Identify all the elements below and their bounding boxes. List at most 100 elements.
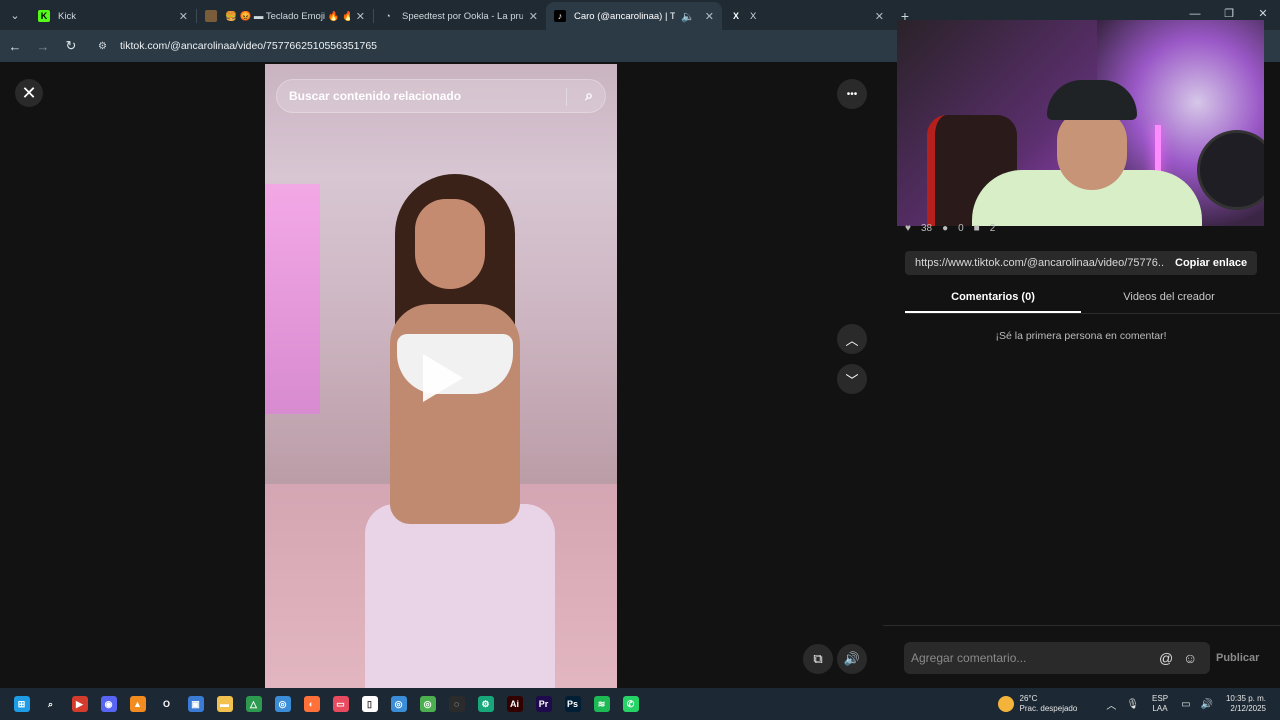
network-icon[interactable]: ▭ xyxy=(1181,699,1190,710)
more-options-button[interactable]: ••• xyxy=(837,79,867,109)
empty-comments-message: ¡Sé la primera persona en comentar! xyxy=(995,330,1167,342)
site-info-icon[interactable]: ⚙ xyxy=(98,41,112,52)
tab-comments[interactable]: Comentarios (0) xyxy=(905,287,1081,313)
like-icon[interactable]: ♥ xyxy=(905,223,911,234)
clock-time: 10:35 p. m. xyxy=(1225,694,1266,703)
x-favicon-icon: X xyxy=(732,11,739,21)
volume-button[interactable]: 🔊 xyxy=(837,644,867,674)
spotify-icon-glyph: ≋ xyxy=(593,696,610,712)
obs-icon-glyph: ◌ xyxy=(448,696,465,712)
premiere-icon[interactable]: Pr xyxy=(529,688,558,720)
search-icon[interactable]: ⌕ xyxy=(585,87,593,104)
share-url[interactable]: https://www.tiktok.com/@ancarolinaa/vide… xyxy=(915,257,1165,269)
store-icon-glyph: ▣ xyxy=(187,696,204,712)
app-green-icon[interactable]: ⚙ xyxy=(471,688,500,720)
language-bottom: LAA xyxy=(1152,704,1168,713)
forward-arrow-icon[interactable]: → xyxy=(30,33,56,59)
search-icon-glyph: ⌕ xyxy=(47,699,54,709)
comment-placeholder: Agregar comentario... xyxy=(911,651,1027,665)
chrome-icon-3[interactable]: ◎ xyxy=(413,688,442,720)
tab-kick[interactable]: K Kick ✕ xyxy=(30,2,196,30)
tab-title: Caro (@ancarolinaa) | TikTok xyxy=(574,10,676,22)
weather-temp: 26°C xyxy=(1019,694,1038,703)
taskbar-apps: ⊞ ⌕ ▶ ◉ ▲ O ▣ ▬ △ ◎ ◐ ▭ ▯ ◎ ◎ ◌ ⚙ Ai Pr Ps ≋ ✆ xyxy=(7,688,645,720)
chrome-icon-2-glyph: ◎ xyxy=(390,696,407,712)
language-top: ESP xyxy=(1152,694,1169,703)
vlc-icon-glyph: ▲ xyxy=(129,696,146,712)
video-actions-row: ♥ 38 ● 0 ■ 2 xyxy=(905,222,1265,234)
opera-icon[interactable]: O xyxy=(152,688,181,720)
close-tab-icon[interactable]: ✕ xyxy=(179,10,188,23)
previous-video-button[interactable]: ︿ xyxy=(837,324,867,354)
app-red-icon-glyph: ▶ xyxy=(71,696,88,712)
comment-bar: Agregar comentario... @ ☺ Publicar xyxy=(883,625,1280,688)
search-icon[interactable]: ⌕ xyxy=(36,688,65,720)
tab-tiktok[interactable]: ♪ Caro (@ancarolinaa) | TikTok 🔈 ✕ xyxy=(546,2,722,30)
file-icon[interactable]: ▯ xyxy=(355,688,384,720)
comment-icon[interactable]: ● xyxy=(942,223,948,234)
picture-in-picture-button[interactable]: ⧉ xyxy=(803,644,833,674)
windows-start-icon-glyph: ⊞ xyxy=(13,696,30,712)
mention-icon[interactable]: @ xyxy=(1159,650,1173,666)
language-indicator[interactable]: ESP LAA xyxy=(1152,694,1168,714)
app-red-icon[interactable]: ▶ xyxy=(65,688,94,720)
whatsapp-icon-glyph: ✆ xyxy=(622,696,639,712)
microphone-icon[interactable]: 🎙 xyxy=(1126,699,1139,710)
spotify-icon[interactable]: ≋ xyxy=(587,688,616,720)
firefox-icon-glyph: ◐ xyxy=(303,696,320,712)
illustrator-icon[interactable]: Ai xyxy=(500,688,529,720)
comment-input[interactable]: Agregar comentario... @ ☺ xyxy=(904,642,1210,674)
speaker-icon[interactable]: 🔊 xyxy=(1201,699,1213,710)
store-icon[interactable]: ▣ xyxy=(181,688,210,720)
chrome-icon[interactable]: ◎ xyxy=(268,688,297,720)
next-video-button[interactable]: ﹀ xyxy=(837,364,867,394)
chrome-icon-3-glyph: ◎ xyxy=(419,696,436,712)
app-box-icon[interactable]: ▭ xyxy=(326,688,355,720)
play-icon[interactable] xyxy=(423,354,463,402)
drive-icon[interactable]: △ xyxy=(239,688,268,720)
discord-icon[interactable]: ◉ xyxy=(94,688,123,720)
tab-x[interactable]: X X ✕ xyxy=(722,2,892,30)
chevron-up-icon[interactable]: ︿ xyxy=(1106,697,1116,712)
address-bar[interactable]: ⚙ tiktok.com/@ancarolinaa/video/75776625… xyxy=(90,33,910,59)
copy-link-button[interactable]: Copiar enlace xyxy=(1175,257,1247,269)
close-tab-icon[interactable]: ✕ xyxy=(356,10,365,23)
tab-speedtest[interactable]: ◔ Speedtest por Ookla - La prueba d ✕ xyxy=(374,2,546,30)
windows-start-icon[interactable]: ⊞ xyxy=(7,688,36,720)
weather-icon xyxy=(997,696,1014,712)
tab-audio-icon[interactable]: 🔈 xyxy=(681,10,695,23)
system-tray: 26°C Prac. despejado ︿ 🎙 ESP LAA ▭ 🔊 10:… xyxy=(997,688,1274,720)
tab-teclado-emoji[interactable]: 🍔 😡 ▬ Teclado Emoji 🔥 🔥 3790 ↻ ✕ xyxy=(197,2,373,30)
close-tab-icon[interactable]: ✕ xyxy=(875,10,884,23)
windows-taskbar: ⊞ ⌕ ▶ ◉ ▲ O ▣ ▬ △ ◎ ◐ ▭ ▯ ◎ ◎ ◌ ⚙ Ai Pr Ps ≋ ✆ 26°C Prac. des… xyxy=(0,688,1280,720)
chrome-icon-glyph: ◎ xyxy=(274,696,291,712)
illustrator-icon-glyph: Ai xyxy=(506,696,523,712)
tab-title: Kick xyxy=(58,10,76,22)
close-tab-icon[interactable]: ✕ xyxy=(705,10,714,23)
clock-date: 2/12/2025 xyxy=(1230,704,1266,713)
back-arrow-icon[interactable]: ← xyxy=(2,33,28,59)
tab-creator-videos[interactable]: Videos del creador xyxy=(1081,287,1257,313)
whatsapp-icon[interactable]: ✆ xyxy=(616,688,645,720)
discord-icon-glyph: ◉ xyxy=(100,696,117,712)
bookmark-icon[interactable]: ■ xyxy=(974,223,980,234)
tab-search-chevron-icon[interactable]: ⌄ xyxy=(0,0,30,30)
vlc-icon[interactable]: ▲ xyxy=(123,688,152,720)
clock[interactable]: 10:35 p. m. 2/12/2025 xyxy=(1226,694,1266,714)
premiere-icon-glyph: Pr xyxy=(535,696,552,712)
emoji-icon[interactable]: ☺ xyxy=(1183,650,1197,666)
publish-button[interactable]: Publicar xyxy=(1216,652,1259,664)
close-tab-icon[interactable]: ✕ xyxy=(529,10,538,23)
related-search-input[interactable]: Buscar contenido relacionado ⌕ xyxy=(276,79,606,113)
video-player[interactable]: Buscar contenido relacionado ⌕ xyxy=(265,64,617,688)
photoshop-icon[interactable]: Ps xyxy=(558,688,587,720)
folder-icon[interactable]: ▬ xyxy=(210,688,239,720)
chrome-icon-2[interactable]: ◎ xyxy=(384,688,413,720)
weather-widget[interactable]: 26°C Prac. despejado xyxy=(997,694,1077,714)
obs-icon[interactable]: ◌ xyxy=(442,688,471,720)
comment-count: 0 xyxy=(958,222,964,234)
close-video-button[interactable]: ✕ xyxy=(15,79,43,107)
firefox-icon[interactable]: ◐ xyxy=(297,688,326,720)
reload-icon[interactable]: ↻ xyxy=(58,33,84,59)
tab-title: 🍔 😡 ▬ Teclado Emoji 🔥 🔥 3790 ↻ xyxy=(225,10,350,22)
